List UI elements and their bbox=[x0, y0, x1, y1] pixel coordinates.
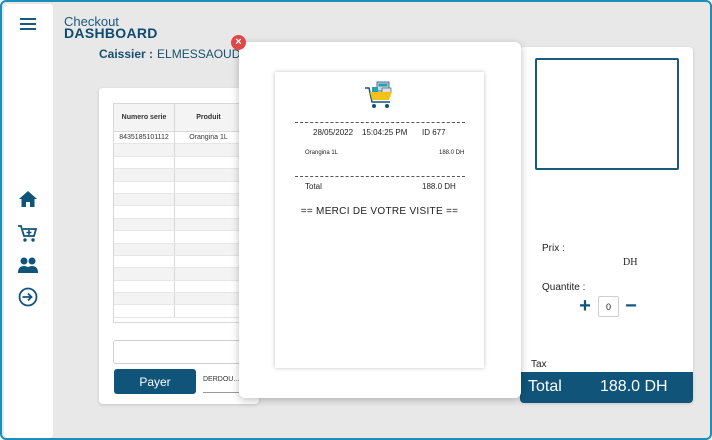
cell-serial bbox=[114, 218, 176, 231]
total-bar: Total 188.0 DH bbox=[520, 372, 693, 403]
cell-product bbox=[175, 281, 242, 292]
receipt-item-price: 188.0 DH bbox=[439, 150, 465, 156]
cell-serial bbox=[114, 268, 176, 280]
cell-product bbox=[175, 194, 242, 205]
cell-serial bbox=[114, 193, 176, 206]
quantity-decrease-button[interactable]: − bbox=[623, 295, 639, 317]
table-row[interactable] bbox=[114, 305, 242, 318]
app-window: Checkout DASHBOARD Caissier : ELMESSAOUDI… bbox=[0, 0, 712, 440]
home-icon bbox=[19, 191, 37, 207]
table-row[interactable] bbox=[114, 218, 242, 232]
cell-product bbox=[175, 268, 242, 279]
close-modal-button[interactable]: × bbox=[231, 35, 246, 50]
shopping-cart-logo-icon bbox=[365, 81, 392, 108]
table-row[interactable] bbox=[114, 255, 242, 269]
table-header: Numero serie Produit bbox=[114, 104, 242, 132]
sidebar bbox=[4, 4, 53, 438]
table-row[interactable]: 8435185101112 Orangina 1L bbox=[114, 132, 242, 145]
cell-product bbox=[175, 305, 242, 316]
cell-serial bbox=[114, 280, 176, 293]
receipt-total-value: 188.0 DH bbox=[422, 182, 456, 191]
column-header-product[interactable]: Produit bbox=[175, 104, 242, 131]
hamburger-icon bbox=[20, 18, 36, 30]
cell-serial bbox=[114, 231, 176, 243]
cell-product bbox=[175, 293, 242, 304]
cell-serial bbox=[114, 169, 176, 181]
table-row[interactable] bbox=[114, 268, 242, 281]
price-currency: DH bbox=[623, 257, 638, 268]
cell-product bbox=[175, 206, 242, 217]
logout-icon bbox=[18, 287, 38, 307]
cart-card: Numero serie Produit 8435185101112 Orangi… bbox=[99, 88, 259, 404]
cell-serial bbox=[114, 206, 176, 218]
table-row[interactable] bbox=[114, 181, 242, 194]
cell-product bbox=[175, 231, 242, 242]
total-label: Total bbox=[528, 378, 562, 395]
cart-table: Numero serie Produit 8435185101112 Orangi… bbox=[113, 103, 243, 323]
quantity-input[interactable]: 0 bbox=[598, 296, 619, 317]
cell-product bbox=[175, 169, 242, 180]
cell-product bbox=[175, 244, 242, 255]
receipt-id: ID 677 bbox=[422, 128, 446, 137]
cell-serial bbox=[114, 293, 176, 305]
sidebar-item-logout[interactable] bbox=[14, 284, 42, 310]
quantity-increase-button[interactable]: + bbox=[577, 295, 593, 317]
table-row[interactable] bbox=[114, 169, 242, 182]
cell-serial: 8435185101112 bbox=[114, 132, 176, 144]
tax-label: Tax bbox=[531, 359, 547, 370]
cart-add-icon bbox=[18, 225, 38, 242]
table-row[interactable] bbox=[114, 144, 242, 157]
table-body: 8435185101112 Orangina 1L bbox=[114, 132, 242, 318]
sidebar-item-cart[interactable] bbox=[14, 220, 42, 246]
pay-button[interactable]: Payer bbox=[114, 369, 196, 394]
cashier-label: Caissier : bbox=[99, 47, 154, 61]
total-value: 188.0 DH bbox=[600, 378, 668, 395]
table-row[interactable] bbox=[114, 193, 242, 207]
receipt-divider bbox=[295, 122, 465, 123]
receipt-item-name: Orangina 1L bbox=[305, 150, 339, 156]
cell-serial bbox=[114, 305, 176, 317]
barcode-input[interactable] bbox=[113, 340, 253, 364]
sidebar-item-home[interactable] bbox=[14, 186, 42, 212]
cell-serial bbox=[114, 156, 176, 169]
table-row[interactable] bbox=[114, 243, 242, 256]
receipt: 28/05/2022 15:04:25 PM ID 677 Orangina 1… bbox=[275, 72, 484, 368]
cell-serial bbox=[114, 144, 176, 156]
receipt-time: 15:04:25 PM bbox=[362, 128, 408, 137]
receipt-total-label: Total bbox=[305, 182, 322, 191]
receipt-thanks: == MERCI DE VOTRE VISITE == bbox=[300, 206, 459, 217]
table-row[interactable] bbox=[114, 280, 242, 294]
column-header-serial[interactable]: Numero serie bbox=[114, 104, 176, 131]
cashier-info: Caissier : ELMESSAOUDI bbox=[99, 47, 244, 61]
page-title: DASHBOARD bbox=[64, 25, 158, 41]
table-row[interactable] bbox=[114, 293, 242, 306]
cashier-name: ELMESSAOUDI bbox=[157, 47, 244, 61]
cell-product bbox=[175, 157, 242, 168]
cell-serial bbox=[114, 243, 176, 255]
cell-product bbox=[175, 144, 242, 155]
table-row[interactable] bbox=[114, 231, 242, 244]
receipt-divider bbox=[295, 176, 465, 177]
cell-product bbox=[175, 256, 242, 267]
receipt-date: 28/05/2022 bbox=[313, 128, 354, 137]
cell-product: Orangina 1L bbox=[189, 134, 228, 142]
product-panel: Prix : DH Quantite : + 0 − Tax Total 188… bbox=[520, 47, 693, 403]
sidebar-item-users[interactable] bbox=[14, 252, 42, 278]
menu-button[interactable] bbox=[14, 11, 42, 37]
client-select[interactable]: DERDOU... bbox=[203, 376, 243, 393]
users-icon bbox=[18, 257, 38, 273]
cell-serial bbox=[114, 181, 176, 193]
cell-product bbox=[175, 219, 242, 230]
table-row[interactable] bbox=[114, 206, 242, 219]
product-image-frame bbox=[535, 58, 679, 170]
quantity-label: Quantite : bbox=[542, 282, 586, 293]
price-label: Prix : bbox=[542, 243, 565, 254]
cell-serial bbox=[114, 255, 176, 268]
cell-product bbox=[175, 182, 242, 193]
table-row[interactable] bbox=[114, 156, 242, 170]
